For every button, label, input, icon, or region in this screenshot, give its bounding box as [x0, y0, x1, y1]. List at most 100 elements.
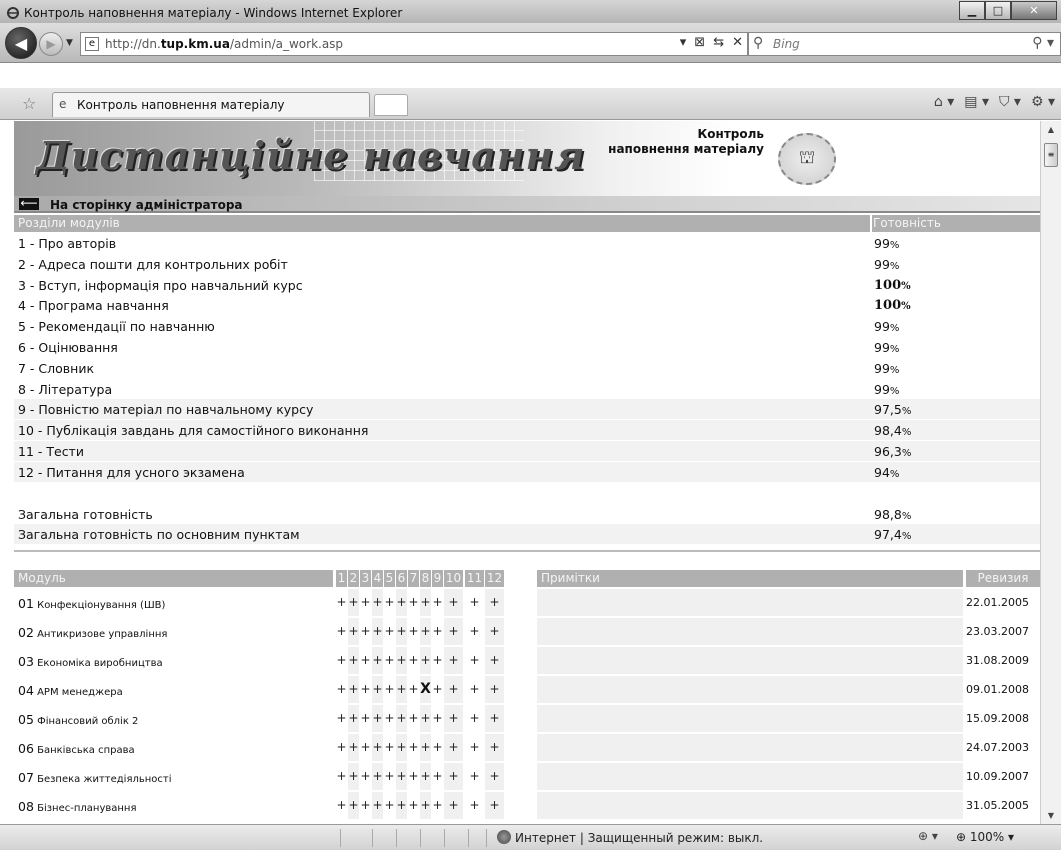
module-section-mark[interactable]: +	[485, 618, 504, 645]
module-section-mark[interactable]: +	[408, 647, 419, 674]
history-dropdown-icon[interactable]: ▼	[66, 38, 73, 48]
module-section-mark[interactable]: +	[432, 763, 443, 790]
close-window-button[interactable]: ✕	[1011, 1, 1057, 20]
address-dropdown-icon[interactable]: ▾	[680, 35, 687, 50]
module-section-mark[interactable]: +	[444, 792, 463, 819]
module-section-mark[interactable]: +	[432, 705, 443, 732]
module-section-mark[interactable]: +	[360, 763, 371, 790]
module-section-mark[interactable]: +	[465, 589, 484, 616]
module-section-mark[interactable]: +	[360, 618, 371, 645]
module-section-mark[interactable]: +	[372, 589, 383, 616]
new-tab-button[interactable]	[374, 94, 408, 116]
module-section-mark[interactable]: +	[360, 676, 371, 703]
module-section-mark[interactable]: +	[408, 705, 419, 732]
module-section-mark[interactable]: +	[348, 763, 359, 790]
back-button[interactable]: ◀	[5, 27, 37, 59]
module-section-mark[interactable]: +	[396, 763, 407, 790]
module-section-mark[interactable]: +	[396, 676, 407, 703]
zoom-level[interactable]: ⊕ 100% ▾	[956, 830, 1014, 844]
module-section-mark[interactable]: +	[408, 618, 419, 645]
module-section-mark[interactable]: +	[360, 647, 371, 674]
module-section-mark[interactable]: +	[360, 734, 371, 761]
module-section-mark[interactable]: +	[348, 618, 359, 645]
module-section-mark[interactable]: +	[372, 792, 383, 819]
module-section-mark[interactable]: +	[444, 647, 463, 674]
module-section-mark[interactable]: +	[485, 705, 504, 732]
search-box[interactable]: ⚲ Bing ⚲ ▾	[748, 32, 1061, 56]
module-section-mark[interactable]: +	[336, 676, 347, 703]
module-section-mark[interactable]: +	[396, 618, 407, 645]
module-section-mark[interactable]: +	[420, 763, 431, 790]
module-section-mark[interactable]: X	[420, 676, 431, 703]
module-section-mark[interactable]: +	[420, 792, 431, 819]
module-section-mark[interactable]: +	[420, 647, 431, 674]
module-section-mark[interactable]: +	[372, 705, 383, 732]
module-section-mark[interactable]: +	[465, 676, 484, 703]
safety-icon[interactable]: ⛉ ▾	[999, 94, 1021, 110]
stop-icon[interactable]: ✕	[732, 35, 743, 50]
module-section-mark[interactable]: +	[384, 763, 395, 790]
module-section-mark[interactable]: +	[408, 763, 419, 790]
module-section-mark[interactable]: +	[396, 589, 407, 616]
module-section-mark[interactable]: +	[444, 676, 463, 703]
module-section-mark[interactable]: +	[360, 792, 371, 819]
forward-button[interactable]: ▶	[39, 32, 63, 56]
search-input[interactable]: Bing	[773, 37, 800, 51]
module-name[interactable]: 08 Бізнес-планування	[18, 799, 136, 814]
module-section-mark[interactable]: +	[420, 734, 431, 761]
module-section-mark[interactable]: +	[384, 705, 395, 732]
search-go-icon[interactable]: ⚲ ▾	[1032, 35, 1054, 51]
security-zone[interactable]: Интернет | Защищенный режим: выкл.	[497, 830, 763, 845]
module-section-mark[interactable]: +	[384, 618, 395, 645]
module-section-mark[interactable]: +	[432, 618, 443, 645]
module-section-mark[interactable]: +	[372, 647, 383, 674]
module-section-mark[interactable]: +	[384, 676, 395, 703]
module-section-mark[interactable]: +	[348, 734, 359, 761]
module-section-mark[interactable]: +	[336, 792, 347, 819]
admin-page-link[interactable]: На сторінку адміністратора	[50, 198, 243, 212]
module-section-mark[interactable]: +	[432, 589, 443, 616]
module-section-mark[interactable]: +	[336, 763, 347, 790]
module-section-mark[interactable]: +	[396, 792, 407, 819]
module-section-mark[interactable]: +	[336, 618, 347, 645]
module-section-mark[interactable]: +	[348, 676, 359, 703]
module-section-mark[interactable]: +	[465, 618, 484, 645]
back-arrow-icon[interactable]: ⟵	[19, 197, 39, 210]
module-section-mark[interactable]: +	[384, 734, 395, 761]
module-section-mark[interactable]: +	[432, 676, 443, 703]
module-section-mark[interactable]: +	[408, 792, 419, 819]
module-section-mark[interactable]: +	[372, 763, 383, 790]
feeds-icon[interactable]: ▤ ▾	[964, 94, 989, 110]
module-section-mark[interactable]: +	[485, 792, 504, 819]
vertical-scrollbar[interactable]: ▲ ≡ ▼	[1040, 121, 1061, 824]
module-section-mark[interactable]: +	[348, 705, 359, 732]
module-section-mark[interactable]: +	[485, 676, 504, 703]
module-section-mark[interactable]: +	[465, 705, 484, 732]
module-section-mark[interactable]: +	[360, 589, 371, 616]
scroll-up-icon[interactable]: ▲	[1041, 121, 1061, 138]
module-section-mark[interactable]: +	[396, 734, 407, 761]
module-section-mark[interactable]: +	[372, 734, 383, 761]
module-section-mark[interactable]: +	[408, 734, 419, 761]
favorites-star-icon[interactable]: ☆	[22, 94, 36, 113]
address-bar[interactable]: e http://dn.tup.km.ua/admin/a_work.asp ▾…	[80, 32, 748, 56]
module-name[interactable]: 07 Безпека життедіяльності	[18, 770, 172, 785]
module-section-mark[interactable]: +	[396, 705, 407, 732]
module-section-mark[interactable]: +	[408, 589, 419, 616]
module-section-mark[interactable]: +	[384, 647, 395, 674]
module-section-mark[interactable]: +	[444, 618, 463, 645]
home-icon[interactable]: ⌂ ▾	[934, 94, 954, 110]
module-section-mark[interactable]: +	[432, 647, 443, 674]
module-section-mark[interactable]: +	[444, 705, 463, 732]
module-name[interactable]: 05 Фінансовий облік 2	[18, 712, 138, 727]
module-section-mark[interactable]: +	[336, 705, 347, 732]
module-section-mark[interactable]: +	[360, 705, 371, 732]
module-section-mark[interactable]: +	[384, 792, 395, 819]
module-section-mark[interactable]: +	[485, 589, 504, 616]
module-section-mark[interactable]: +	[348, 792, 359, 819]
module-section-mark[interactable]: +	[336, 734, 347, 761]
module-section-mark[interactable]: +	[420, 589, 431, 616]
module-section-mark[interactable]: +	[465, 734, 484, 761]
tab-control-content[interactable]: e Контроль наповнення матеріалу	[52, 92, 370, 117]
module-section-mark[interactable]: +	[348, 589, 359, 616]
